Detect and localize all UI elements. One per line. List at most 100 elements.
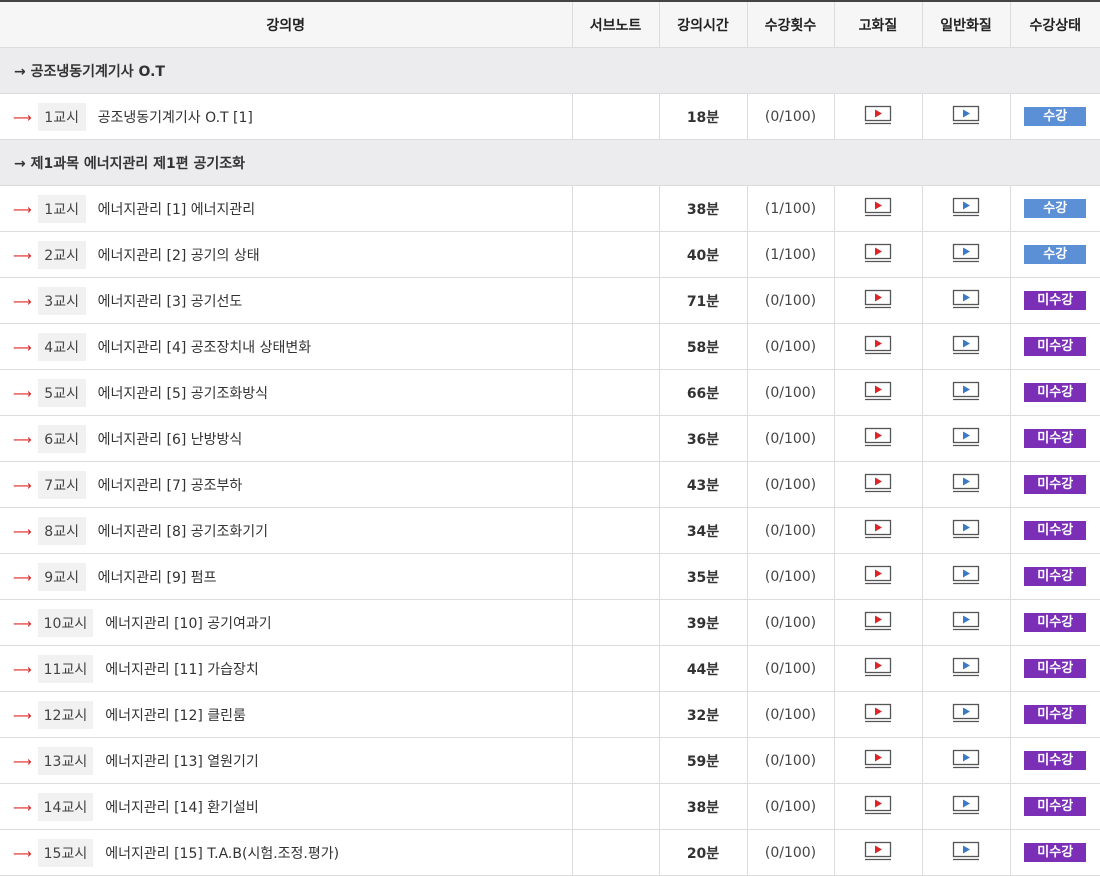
lecture-title[interactable]: 에너지관리 [10] 공기여과기: [105, 616, 271, 632]
status-badge[interactable]: 수강: [1024, 199, 1087, 218]
lecture-name-cell: ⟶ 1교시 공조냉동기계기사 O.T [1]: [0, 93, 572, 140]
play-video-icon[interactable]: [864, 289, 892, 313]
lecture-time: 35분: [658, 553, 747, 600]
normal-quality-cell: [921, 599, 1010, 646]
play-video-icon[interactable]: [952, 841, 980, 865]
play-video-icon[interactable]: [864, 243, 892, 267]
header-lecture-time: 강의시간: [658, 0, 747, 48]
lecture-title[interactable]: 에너지관리 [11] 가습장치: [105, 662, 259, 678]
play-video-icon[interactable]: [864, 795, 892, 819]
play-video-icon[interactable]: [864, 657, 892, 681]
period-label: 6교시: [37, 424, 86, 453]
lecture-time: 43분: [658, 461, 747, 508]
arrow-right-icon: ⟶: [13, 110, 32, 126]
play-video-icon[interactable]: [952, 427, 980, 451]
play-video-icon[interactable]: [952, 749, 980, 773]
section-title: → 제1과목 에너지관리 제1편 공기조화: [0, 139, 1100, 186]
lecture-time: 18분: [658, 93, 747, 140]
section-row: → 제1과목 에너지관리 제1편 공기조화: [0, 139, 1100, 186]
header-normal-quality: 일반화질: [921, 0, 1010, 48]
play-video-icon[interactable]: [952, 703, 980, 727]
header-high-quality: 고화질: [833, 0, 922, 48]
lecture-title[interactable]: 에너지관리 [12] 클린룸: [105, 708, 246, 724]
play-video-icon[interactable]: [864, 611, 892, 635]
play-video-icon[interactable]: [864, 749, 892, 773]
play-video-icon[interactable]: [864, 565, 892, 589]
play-video-icon[interactable]: [952, 243, 980, 267]
status-badge[interactable]: 미수강: [1024, 475, 1087, 494]
period-label: 1교시: [37, 102, 86, 131]
high-quality-cell: [833, 277, 922, 324]
status-badge[interactable]: 미수강: [1024, 567, 1087, 586]
lecture-title[interactable]: 에너지관리 [2] 공기의 상태: [98, 248, 260, 264]
play-video-icon[interactable]: [952, 381, 980, 405]
table-row: ⟶ 9교시 에너지관리 [9] 펌프 35분 (0/100) 미수강: [0, 553, 1100, 600]
play-video-icon[interactable]: [952, 565, 980, 589]
play-video-icon[interactable]: [864, 703, 892, 727]
table-row: ⟶ 6교시 에너지관리 [6] 난방방식 36분 (0/100) 미수강: [0, 415, 1100, 462]
lecture-name-cell: ⟶ 3교시 에너지관리 [3] 공기선도: [0, 277, 572, 324]
high-quality-cell: [833, 645, 922, 692]
play-video-icon[interactable]: [952, 289, 980, 313]
lecture-title[interactable]: 공조냉동기계기사 O.T [1]: [98, 110, 253, 126]
lecture-title[interactable]: 에너지관리 [9] 펌프: [98, 570, 217, 586]
status-badge[interactable]: 미수강: [1024, 843, 1087, 862]
status-badge[interactable]: 미수강: [1024, 521, 1087, 540]
status-badge[interactable]: 미수강: [1024, 383, 1087, 402]
play-video-icon[interactable]: [952, 795, 980, 819]
lecture-title[interactable]: 에너지관리 [1] 에너지관리: [98, 202, 256, 218]
normal-quality-cell: [921, 461, 1010, 508]
status-badge[interactable]: 미수강: [1024, 797, 1087, 816]
subnote-cell: [571, 737, 659, 784]
status-badge[interactable]: 미수강: [1024, 429, 1087, 448]
status-cell: 미수강: [1009, 323, 1100, 370]
normal-quality-cell: [921, 737, 1010, 784]
status-badge[interactable]: 미수강: [1024, 291, 1087, 310]
table-row: ⟶ 5교시 에너지관리 [5] 공기조화방식 66분 (0/100) 미수강: [0, 369, 1100, 416]
status-badge[interactable]: 수강: [1024, 245, 1087, 264]
section-row: → 공조냉동기계기사 O.T: [0, 47, 1100, 94]
view-count: (0/100): [746, 461, 834, 508]
play-video-icon[interactable]: [952, 335, 980, 359]
lecture-title[interactable]: 에너지관리 [15] T.A.B(시험.조정.평가): [105, 846, 339, 862]
normal-quality-cell: [921, 323, 1010, 370]
subnote-cell: [571, 277, 659, 324]
lecture-title[interactable]: 에너지관리 [13] 열원기기: [105, 754, 259, 770]
high-quality-cell: [833, 231, 922, 278]
play-video-icon[interactable]: [864, 105, 892, 129]
subnote-cell: [571, 369, 659, 416]
lecture-title[interactable]: 에너지관리 [6] 난방방식: [98, 432, 243, 448]
normal-quality-cell: [921, 93, 1010, 140]
status-badge[interactable]: 미수강: [1024, 337, 1087, 356]
play-video-icon[interactable]: [952, 105, 980, 129]
play-video-icon[interactable]: [864, 473, 892, 497]
play-video-icon[interactable]: [952, 611, 980, 635]
play-video-icon[interactable]: [864, 427, 892, 451]
status-badge[interactable]: 미수강: [1024, 751, 1087, 770]
play-video-icon[interactable]: [864, 381, 892, 405]
play-video-icon[interactable]: [864, 519, 892, 543]
status-badge[interactable]: 미수강: [1024, 659, 1087, 678]
lecture-title[interactable]: 에너지관리 [14] 환기설비: [105, 800, 259, 816]
lecture-title[interactable]: 에너지관리 [7] 공조부하: [98, 478, 243, 494]
play-video-icon[interactable]: [864, 197, 892, 221]
arrow-right-icon: ⟶: [13, 662, 32, 678]
play-video-icon[interactable]: [952, 473, 980, 497]
lecture-name-cell: ⟶ 13교시 에너지관리 [13] 열원기기: [0, 737, 572, 784]
play-video-icon[interactable]: [864, 335, 892, 359]
table-row: ⟶ 12교시 에너지관리 [12] 클린룸 32분 (0/100) 미수강: [0, 691, 1100, 738]
period-label: 15교시: [37, 838, 94, 867]
normal-quality-cell: [921, 415, 1010, 462]
play-video-icon[interactable]: [952, 519, 980, 543]
lecture-time: 38분: [658, 185, 747, 232]
lecture-title[interactable]: 에너지관리 [5] 공기조화방식: [98, 386, 268, 402]
play-video-icon[interactable]: [952, 197, 980, 221]
status-badge[interactable]: 미수강: [1024, 613, 1087, 632]
play-video-icon[interactable]: [864, 841, 892, 865]
lecture-title[interactable]: 에너지관리 [4] 공조장치내 상태변화: [98, 340, 312, 356]
play-video-icon[interactable]: [952, 657, 980, 681]
status-badge[interactable]: 미수강: [1024, 705, 1087, 724]
lecture-title[interactable]: 에너지관리 [3] 공기선도: [98, 294, 243, 310]
lecture-title[interactable]: 에너지관리 [8] 공기조화기기: [98, 524, 268, 540]
status-badge[interactable]: 수강: [1024, 107, 1087, 126]
